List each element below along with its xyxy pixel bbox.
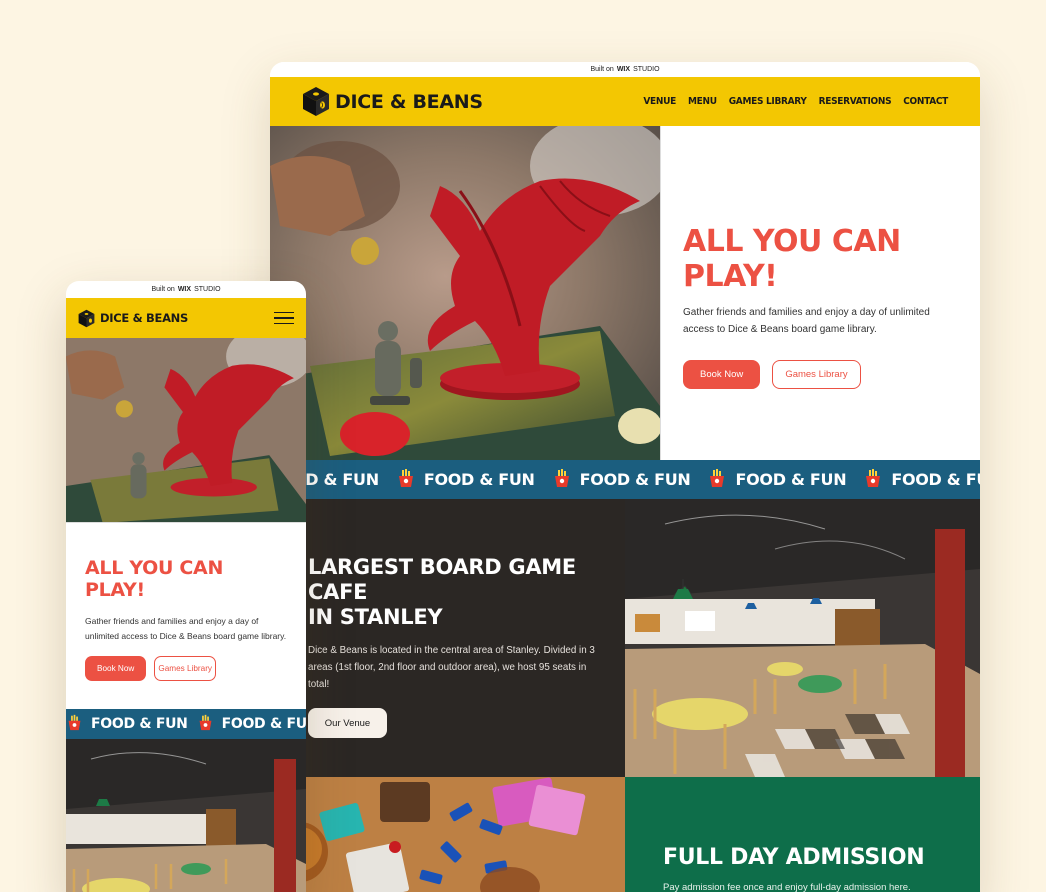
nav-games-library[interactable]: GAMES LIBRARY bbox=[729, 96, 807, 107]
marquee-item: FOOD & FUN bbox=[396, 468, 535, 492]
marquee-item: FOOD & FUN bbox=[863, 468, 980, 492]
mobile-games-library-button[interactable]: Games Library bbox=[154, 656, 217, 681]
admission-section: FULL DAY ADMISSION Pay admission fee onc… bbox=[270, 777, 980, 892]
main-nav: VENUE MENU GAMES LIBRARY RESERVATIONS CO… bbox=[643, 96, 948, 107]
games-library-button[interactable]: Games Library bbox=[772, 360, 861, 389]
mobile-built-on-brand: WIX bbox=[177, 286, 192, 293]
mobile-header: DICE & BEANS bbox=[66, 298, 306, 338]
nav-contact[interactable]: CONTACT bbox=[903, 96, 948, 107]
mobile-food-fun-marquee: FOOD & FUNFOOD & FUNFOOD & FUN bbox=[66, 709, 306, 739]
venue-title: LARGEST BOARD GAME CAFE IN STANLEY bbox=[308, 555, 595, 630]
food-fun-marquee: FOOD & FUN FOOD & FUN FOOD & FUN FOOD & FUN… bbox=[270, 460, 980, 499]
admission-content: FULL DAY ADMISSION Pay admission fee onc… bbox=[625, 777, 980, 892]
hero-title: ALL YOU CAN PLAY! bbox=[683, 224, 901, 294]
admission-description: Pay admission fee once and enjoy full-da… bbox=[663, 882, 911, 892]
mobile-hero-image-dragon bbox=[66, 338, 306, 523]
built-on-prefix: Built on bbox=[590, 66, 614, 73]
nav-venue[interactable]: VENUE bbox=[643, 96, 676, 107]
nav-reservations[interactable]: RESERVATIONS bbox=[819, 96, 892, 107]
hero-image-dragon bbox=[270, 126, 660, 460]
fries-icon bbox=[66, 714, 83, 735]
mobile-built-on-suffix: STUDIO bbox=[194, 286, 221, 293]
venue-description: Dice & Beans is located in the central a… bbox=[308, 645, 595, 690]
brand-name: DICE & BEANS bbox=[335, 90, 483, 113]
marquee-text: FOOD & FUN bbox=[423, 470, 535, 489]
dice-logo-icon bbox=[303, 87, 329, 116]
book-now-button[interactable]: Book Now bbox=[683, 360, 761, 389]
site-header: DICE & BEANS VENUE MENU GAMES LIBRARY RE… bbox=[270, 77, 980, 126]
hero-description: Gather friends and families and enjoy a … bbox=[683, 307, 930, 335]
built-on-bar[interactable]: Built on WIX STUDIO bbox=[270, 62, 980, 77]
mobile-cafe-interior-image bbox=[66, 739, 306, 892]
mobile-preview: Built on WIX STUDIO DICE & BEANS ALL YOU… bbox=[66, 281, 306, 892]
desktop-preview: Built on WIX STUDIO DICE & BEANS VENUE M… bbox=[270, 62, 980, 892]
mobile-site-logo[interactable]: DICE & BEANS bbox=[78, 309, 188, 328]
fries-icon bbox=[197, 714, 214, 735]
mobile-built-on-prefix: Built on bbox=[151, 286, 175, 293]
cafe-interior-image bbox=[625, 499, 980, 777]
fries-icon bbox=[707, 468, 727, 492]
our-venue-button[interactable]: Our Venue bbox=[308, 708, 387, 738]
marquee-text: FOOD & FUN bbox=[891, 470, 980, 489]
hamburger-menu-icon[interactable] bbox=[274, 311, 294, 325]
admission-title: FULL DAY ADMISSION bbox=[663, 845, 925, 870]
marquee-text: FOOD & FUN bbox=[91, 716, 188, 732]
marquee-item: FOOD & FUN bbox=[197, 714, 306, 735]
mobile-hero-content: ALL YOU CAN PLAY! Gather friends and fam… bbox=[66, 523, 306, 709]
mobile-hero-description: Gather friends and families and enjoy a … bbox=[85, 616, 287, 641]
site-logo[interactable]: DICE & BEANS bbox=[302, 86, 483, 117]
marquee-item: FOOD & FUN bbox=[707, 468, 847, 492]
built-on-suffix: STUDIO bbox=[633, 66, 660, 73]
fries-icon bbox=[552, 468, 572, 492]
marquee-item: FOOD & FUN bbox=[66, 714, 188, 735]
mobile-built-on-bar[interactable]: Built on WIX STUDIO bbox=[66, 281, 306, 298]
nav-menu[interactable]: MENU bbox=[688, 96, 717, 107]
venue-content: LARGEST BOARD GAME CAFE IN STANLEY Dice … bbox=[270, 499, 625, 777]
fries-icon bbox=[396, 468, 416, 492]
venue-title-line1: LARGEST BOARD GAME CAFE bbox=[308, 555, 576, 604]
games-table-image bbox=[270, 777, 625, 892]
hero-content: ALL YOU CAN PLAY! Gather friends and fam… bbox=[660, 126, 980, 460]
marquee-text: FOOD & FUN bbox=[221, 716, 306, 732]
mobile-hero-title: ALL YOU CAN PLAY! bbox=[85, 557, 224, 601]
built-on-brand: WIX bbox=[616, 66, 631, 73]
marquee-item: FOOD & FUN bbox=[552, 468, 691, 492]
venue-title-line2: IN STANLEY bbox=[308, 605, 443, 629]
marquee-text: FOOD & FUN bbox=[735, 470, 847, 489]
marquee-text: FOOD & FUN bbox=[579, 470, 691, 489]
mobile-hero-buttons: Book Now Games Library bbox=[85, 656, 287, 681]
dice-logo-icon bbox=[78, 309, 95, 327]
hero-buttons: Book Now Games Library bbox=[683, 360, 958, 389]
venue-section: LARGEST BOARD GAME CAFE IN STANLEY Dice … bbox=[270, 499, 980, 777]
hero-section: ALL YOU CAN PLAY! Gather friends and fam… bbox=[270, 126, 980, 460]
mobile-brand-name: DICE & BEANS bbox=[100, 311, 188, 325]
fries-icon bbox=[863, 468, 883, 492]
mobile-book-now-button[interactable]: Book Now bbox=[85, 656, 147, 681]
